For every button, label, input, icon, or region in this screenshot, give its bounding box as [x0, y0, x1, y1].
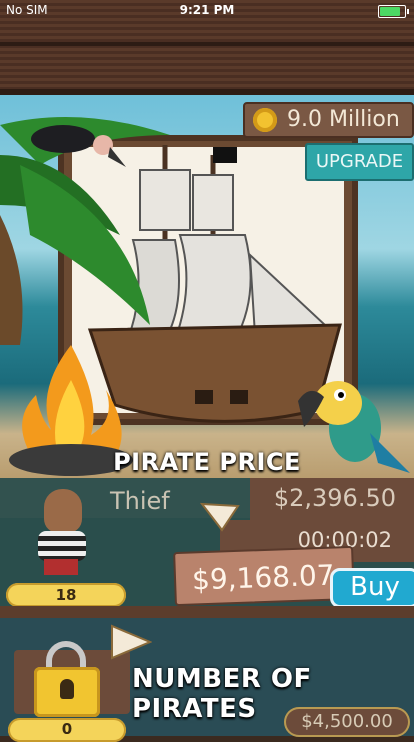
thief-pirate-avatar[interactable] — [26, 487, 96, 579]
pirate-price-label: PIRATE PRICE — [113, 448, 301, 476]
pirate-price: $2,396.50 — [273, 484, 396, 512]
divider-plank — [0, 606, 414, 618]
pirate-name: Thief — [110, 487, 170, 515]
earnings-board: $9,168.07 — [173, 545, 355, 607]
lock-icon[interactable] — [34, 641, 100, 717]
upgrade-button[interactable]: UPGRADE — [305, 143, 414, 181]
pirate-cost: $4,500.00 — [284, 707, 410, 737]
coin-icon — [253, 108, 277, 132]
earnings-amount: $9,168.07 — [191, 558, 336, 597]
pirate-count: 0 — [8, 718, 126, 742]
arrow-icon[interactable] — [200, 500, 240, 532]
coin-balance: 9.0 Million — [243, 102, 414, 138]
vulture-illustration — [31, 125, 126, 167]
pirate-price-board: $2,396.50 — [250, 478, 414, 520]
buy-button[interactable]: Buy — [330, 568, 414, 608]
arrow-right-icon[interactable] — [108, 624, 152, 660]
pirate-level-badge: 18 — [6, 583, 126, 607]
clock: 9:21 PM — [179, 3, 235, 17]
battery-icon — [378, 5, 409, 18]
coin-amount: 9.0 Million — [287, 107, 400, 132]
status-bar: No SIM 9:21 PM — [0, 0, 414, 22]
